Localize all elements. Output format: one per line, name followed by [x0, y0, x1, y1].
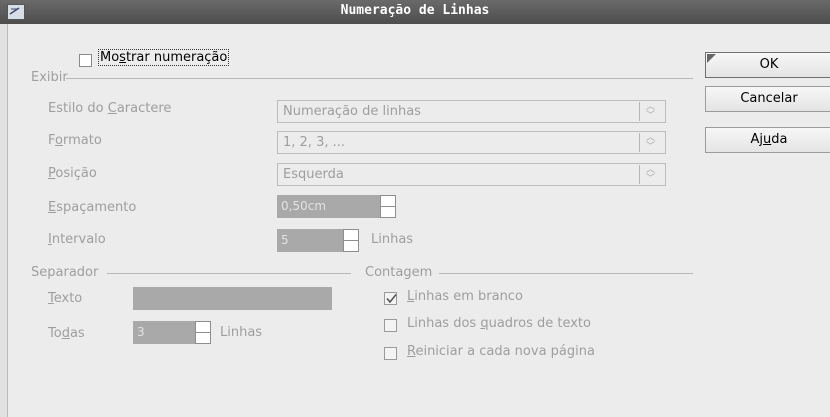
- blank-lines-label[interactable]: Linhas em branco: [407, 289, 523, 304]
- separator-every-input[interactable]: 3: [133, 321, 195, 344]
- separator-every-label: Todas: [48, 326, 85, 341]
- restart-page-label[interactable]: Reiniciar a cada nova página: [407, 344, 595, 359]
- ok-button[interactable]: OK: [705, 52, 830, 78]
- blank-lines-checkbox[interactable]: [384, 292, 397, 305]
- background-window-edge: [0, 24, 8, 417]
- interval-unit: Linhas: [371, 232, 414, 247]
- char-style-spin-icon[interactable]: ︿ ﹀: [639, 102, 662, 121]
- separator-text-input[interactable]: [133, 287, 332, 310]
- view-section-line: [66, 78, 693, 79]
- title-bar[interactable]: Numeração de Linhas: [0, 0, 830, 24]
- separator-text-label: Texto: [48, 291, 83, 306]
- position-label: Posição: [48, 166, 97, 181]
- cancel-button[interactable]: Cancelar: [705, 86, 830, 112]
- view-section-legend: Exibir: [31, 70, 68, 85]
- spacing-input[interactable]: 0,50cm: [277, 195, 380, 218]
- window-title: Numeração de Linhas: [340, 3, 490, 18]
- line-numbering-dialog: Mostrar numeração Exibir Estilo do Carac…: [8, 24, 830, 417]
- format-select[interactable]: 1, 2, 3, ... ︿ ﹀: [277, 131, 666, 154]
- interval-input[interactable]: 5: [277, 229, 343, 252]
- interval-label: Intervalo: [48, 232, 106, 247]
- spacing-label: Espaçamento: [48, 200, 137, 215]
- text-frames-checkbox[interactable]: [384, 319, 397, 332]
- show-numbering-checkbox[interactable]: [79, 54, 92, 67]
- separator-every-spin-buttons[interactable]: [195, 321, 211, 344]
- position-select[interactable]: Esquerda ︿ ﹀: [277, 163, 666, 186]
- default-button-corner-icon: [707, 54, 716, 63]
- spacing-spin-buttons[interactable]: [380, 195, 396, 218]
- separator-every-unit: Linhas: [220, 325, 263, 340]
- format-label: Formato: [48, 133, 102, 148]
- position-spin-icon[interactable]: ︿ ﹀: [639, 165, 662, 184]
- char-style-label: Estilo do Caractere: [48, 101, 172, 116]
- text-frames-label[interactable]: Linhas dos quadros de texto: [407, 316, 591, 331]
- separator-section-line: [107, 273, 351, 274]
- char-style-select[interactable]: Numeração de linhas ︿ ﹀: [277, 100, 666, 123]
- show-numbering-label[interactable]: Mostrar numeração: [97, 49, 230, 66]
- interval-spin-buttons[interactable]: [343, 229, 359, 252]
- separator-section-legend: Separador: [31, 265, 99, 280]
- format-spin-icon[interactable]: ︿ ﹀: [639, 133, 662, 152]
- count-section-line: [439, 273, 693, 274]
- count-section-legend: Contagem: [365, 265, 433, 280]
- help-button[interactable]: Ajuda: [705, 127, 830, 153]
- restart-page-checkbox[interactable]: [384, 347, 397, 360]
